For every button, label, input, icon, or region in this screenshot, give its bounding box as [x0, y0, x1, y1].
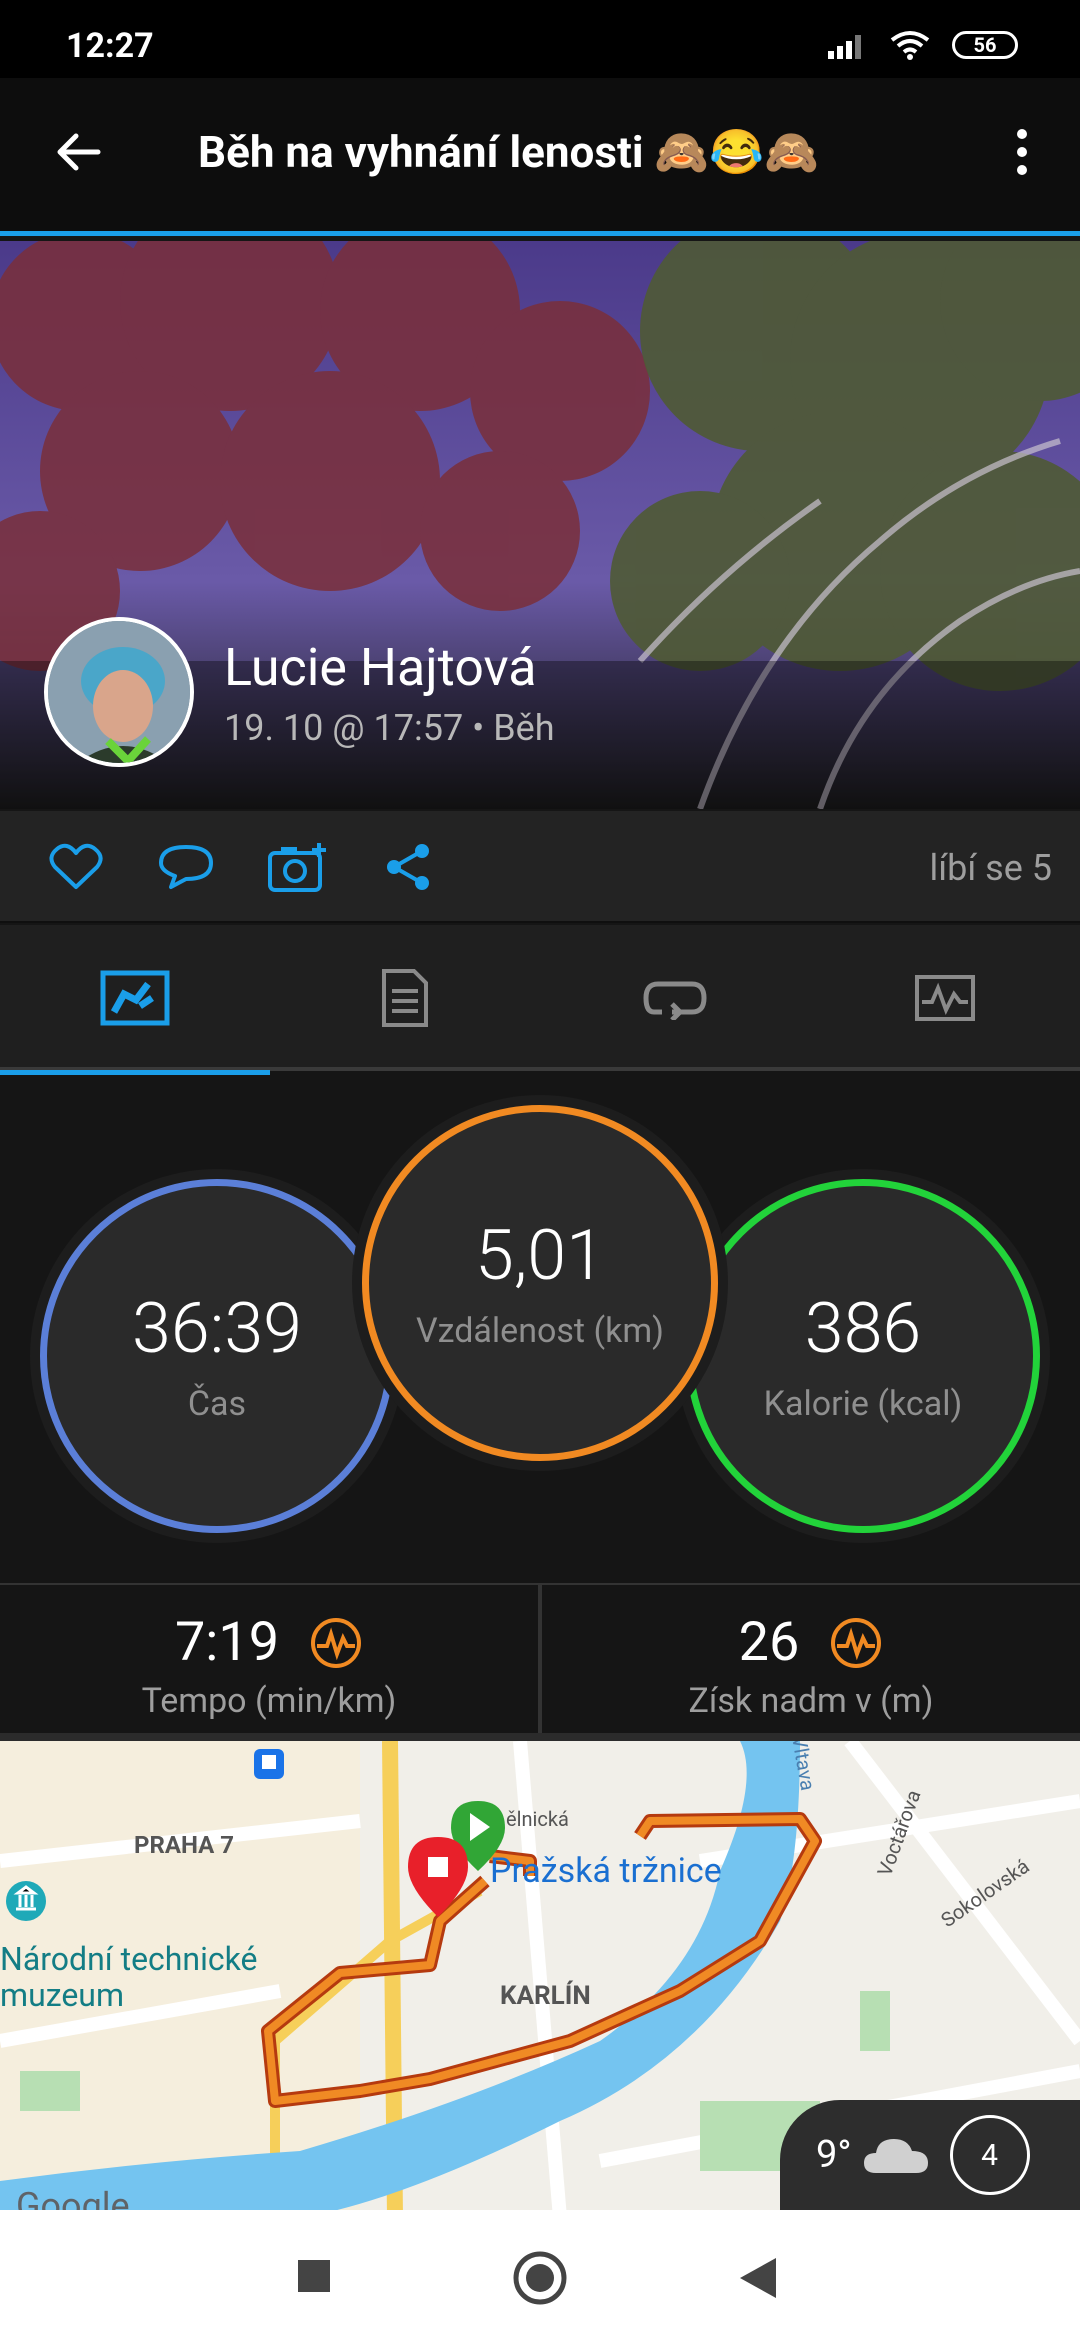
- overflow-menu-button[interactable]: [1002, 122, 1042, 182]
- stats-overview-icon: [100, 970, 170, 1026]
- map-label-museum[interactable]: Národní technické muzeum: [0, 1941, 320, 2013]
- route-map[interactable]: PRAHA 7 ělnická Pražská tržnice Národní …: [0, 1733, 1080, 2210]
- share-button[interactable]: [374, 833, 442, 901]
- battery-indicator: 56: [952, 31, 1018, 59]
- detail-tabs: [0, 925, 1080, 1075]
- system-nav-bar: [0, 2210, 1080, 2340]
- back-nav-icon[interactable]: [740, 2258, 776, 2298]
- museum-marker: [6, 1881, 46, 1921]
- user-avatar[interactable]: [44, 617, 194, 767]
- likes-count[interactable]: líbí se 5: [929, 847, 1052, 889]
- pace-label: Tempo (min/km): [141, 1681, 397, 1721]
- weather-chip[interactable]: 9° 4: [780, 2100, 1080, 2210]
- tab-details[interactable]: [270, 925, 540, 1071]
- activity-cover-photo[interactable]: Lucie Hajtová 19. 10 @ 17:57 • Běh: [0, 241, 1080, 809]
- pace-value: 7:19: [174, 1611, 280, 1674]
- elevation-value: 26: [738, 1611, 800, 1674]
- elevation-label: Získ nadm v (m): [688, 1681, 934, 1721]
- add-photo-button[interactable]: [264, 833, 332, 901]
- status-bar: 12:27 56: [0, 0, 1080, 78]
- like-button[interactable]: [42, 833, 110, 901]
- time-label: Čas: [187, 1384, 247, 1424]
- heart-icon: [49, 843, 103, 889]
- chart-icon: [915, 975, 975, 1021]
- time-value: 36:39: [131, 1288, 302, 1370]
- recents-icon[interactable]: [298, 2260, 330, 2292]
- activity-meta: 19. 10 @ 17:57 • Běh: [224, 707, 555, 749]
- app-bar: Běh na vyhnání lenosti 🙈😂🙈: [0, 78, 1080, 236]
- tab-overview[interactable]: [0, 925, 270, 1075]
- metrics-row: 7:19 Tempo (min/km) 26 Získ nadm v (m): [0, 1583, 1080, 1735]
- activity-pulse-icon: [831, 1617, 882, 1668]
- arrow-left-icon: [57, 133, 101, 171]
- map-label-street: ělnická: [506, 1807, 569, 1831]
- document-icon: [382, 969, 428, 1027]
- tab-charts[interactable]: [810, 925, 1080, 1071]
- calories-ring[interactable]: 386 Kalorie (kcal): [686, 1179, 1040, 1533]
- status-icons: 56: [828, 30, 1018, 60]
- comment-button[interactable]: [152, 833, 220, 901]
- time-ring[interactable]: 36:39 Čas: [40, 1179, 394, 1533]
- stats-rings: 36:39 Čas 386 Kalorie (kcal) 5,01 Vzdále…: [0, 1075, 1080, 1583]
- tab-laps[interactable]: [540, 925, 810, 1071]
- weather-count: 4: [949, 2115, 1030, 2195]
- distance-ring[interactable]: 5,01 Vzdálenost (km): [362, 1105, 718, 1461]
- home-icon[interactable]: [512, 2250, 568, 2306]
- calories-label: Kalorie (kcal): [763, 1384, 963, 1424]
- pace-metric[interactable]: 7:19 Tempo (min/km): [0, 1585, 538, 1735]
- social-bar: líbí se 5: [0, 811, 1080, 923]
- activity-pulse-icon: [311, 1617, 362, 1668]
- calories-value: 386: [804, 1288, 922, 1370]
- status-time: 12:27: [66, 26, 154, 66]
- elevation-metric[interactable]: 26 Získ nadm v (m): [542, 1585, 1080, 1735]
- more-vertical-icon: [1017, 129, 1027, 175]
- back-button[interactable]: [48, 122, 108, 182]
- weather-temp: 9°: [816, 2133, 852, 2177]
- wifi-icon: [890, 31, 930, 60]
- cloud-icon: [863, 2139, 928, 2173]
- comment-icon: [159, 845, 213, 889]
- camera-plus-icon: [268, 843, 326, 892]
- repeat-icon: [643, 981, 707, 1020]
- activity-title: Běh na vyhnání lenosti 🙈😂🙈: [198, 126, 819, 178]
- map-label-praha7: PRAHA 7: [134, 1831, 234, 1859]
- distance-value: 5,01: [475, 1215, 605, 1297]
- user-name[interactable]: Lucie Hajtová: [224, 637, 537, 698]
- map-label-karlin: KARLÍN: [500, 1981, 591, 2011]
- google-logo: Google: [16, 2185, 130, 2210]
- distance-label: Vzdálenost (km): [415, 1311, 664, 1351]
- map-label-market[interactable]: Pražská tržnice: [490, 1851, 722, 1891]
- signal-icon: [828, 35, 861, 59]
- share-icon: [387, 844, 429, 890]
